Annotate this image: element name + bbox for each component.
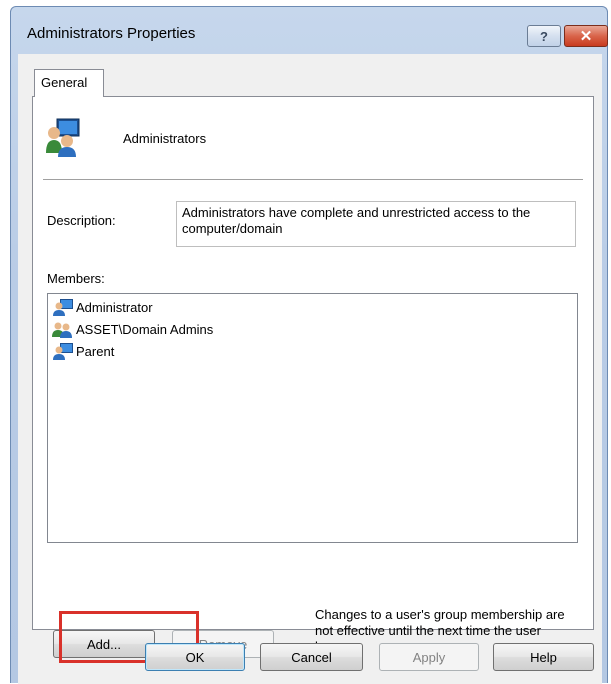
- list-item-member[interactable]: Administrator: [52, 296, 573, 318]
- members-list[interactable]: Administrator ASSET\Domain Admins Parent: [47, 293, 578, 543]
- description-field[interactable]: Administrators have complete and unrestr…: [176, 201, 576, 247]
- group-users-icon: [46, 118, 80, 157]
- question-icon: ?: [540, 28, 548, 44]
- tab-general-label: General: [41, 75, 88, 90]
- dialog-client-area: General Administrators Description: Admi…: [18, 54, 602, 684]
- separator: [43, 179, 583, 181]
- add-button[interactable]: Add...: [53, 630, 155, 658]
- member-name: Administrator: [76, 299, 153, 315]
- cancel-button[interactable]: Cancel: [260, 643, 363, 671]
- help-button[interactable]: Help: [493, 643, 594, 671]
- group-icon: [52, 322, 72, 338]
- title-bar[interactable]: Administrators Properties ? ✕: [11, 7, 608, 47]
- description-label: Description:: [47, 213, 116, 228]
- member-name: Parent: [76, 343, 115, 359]
- group-name: Administrators: [123, 131, 207, 146]
- general-tab-panel: Administrators Description: Administrato…: [32, 96, 594, 663]
- close-button[interactable]: ✕: [564, 25, 608, 47]
- title-help-button[interactable]: ?: [527, 25, 561, 47]
- user-icon: [53, 343, 73, 360]
- dialog-window: Administrators Properties ? ✕ General Ad…: [10, 6, 608, 684]
- user-icon: [53, 299, 73, 316]
- tab-general[interactable]: General: [34, 69, 104, 97]
- members-label: Members:: [47, 271, 105, 286]
- close-icon: ✕: [579, 28, 593, 45]
- ok-button[interactable]: OK: [145, 643, 245, 671]
- member-name: ASSET\Domain Admins: [76, 321, 214, 337]
- window-title: Administrators Properties: [27, 25, 196, 42]
- list-item-member[interactable]: ASSET\Domain Admins: [52, 318, 573, 340]
- list-item-member[interactable]: Parent: [52, 340, 573, 362]
- apply-button[interactable]: Apply: [379, 643, 479, 671]
